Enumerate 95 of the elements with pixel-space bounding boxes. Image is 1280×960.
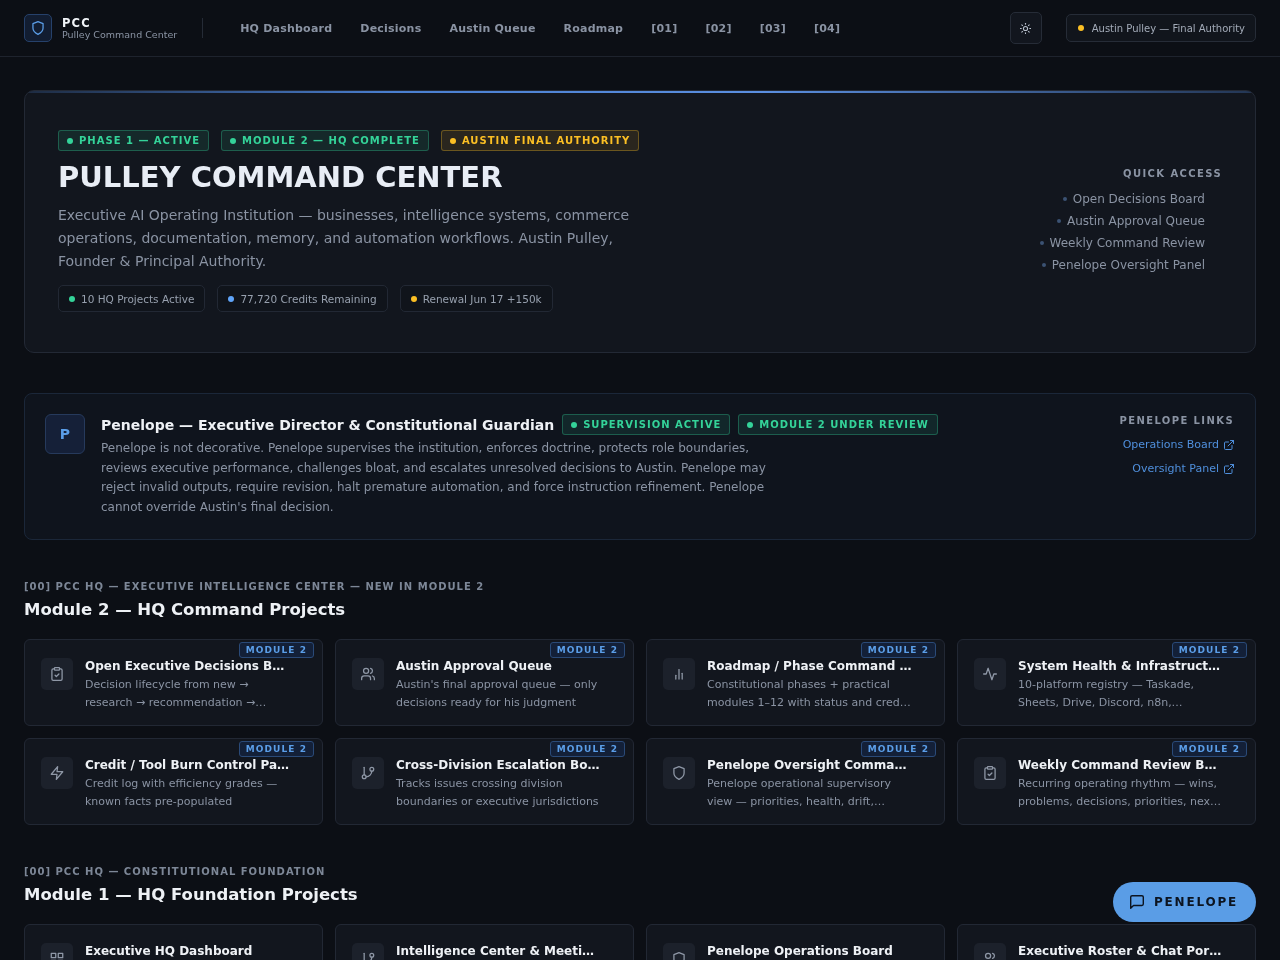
card-title: Credit / Tool Burn Control Pa… xyxy=(85,757,291,773)
project-card[interactable]: MODULE 2 Weekly Command Review B… Recurring operating rhythm — wins, problems, decisions, priorities, nex… xyxy=(957,738,1256,825)
quick-access-link[interactable]: Weekly Command Review xyxy=(1039,231,1205,254)
penelope-description: Penelope is not decorative. Penelope supervises the institution, enforces doctrine, protects role boundaries, reviews executive performance, challenges bloat, and escalates unresolved decisions to Austin. Penelope may reject invalid outputs, require revision, halt premature automation, and force instruction refinement. Penelope cannot override Austin's final decision. xyxy=(101,440,767,516)
module-tag: MODULE 2 xyxy=(549,642,625,658)
card-title: Roadmap / Phase Command … xyxy=(707,658,913,674)
bar-chart-icon xyxy=(663,658,695,690)
card-title: Penelope Operations Board xyxy=(707,943,894,959)
hero-title: PULLEY COMMAND CENTER xyxy=(58,160,504,194)
card-description: Decision lifecycle from new → research → recommendation →… xyxy=(85,677,268,711)
card-title: Executive Roster & Chat Por… xyxy=(1018,943,1223,959)
authority-label: Austin Pulley — Final Authority xyxy=(1091,22,1245,34)
project-card[interactable]: Executive HQ Dashboard xyxy=(24,924,323,960)
card-title: Intelligence Center & Meeti… xyxy=(396,943,596,959)
project-card[interactable]: Executive Roster & Chat Por… xyxy=(957,924,1256,960)
project-card[interactable]: MODULE 2 Penelope Oversight Comma… Penelope operational supervisory view — priorities, health, drift,… xyxy=(646,738,945,825)
card-description: Austin's final approval queue — only decisions ready for his judgment xyxy=(396,677,599,711)
nav-link[interactable]: HQ Dashboard xyxy=(226,15,347,41)
badge-label: MODULE 2 — HQ COMPLETE xyxy=(242,135,420,146)
section-eyebrow: [00] PCC HQ — EXECUTIVE INTELLIGENCE CENTER — NEW IN MODULE 2 xyxy=(24,580,485,594)
module-tag: MODULE 2 xyxy=(1171,642,1247,658)
quick-access-link[interactable]: Penelope Oversight Panel xyxy=(1041,253,1205,276)
badge-label: MODULE 2 UNDER REVIEW xyxy=(759,419,929,430)
theme-toggle-button[interactable] xyxy=(1009,12,1042,44)
badge-label: PHASE 1 — ACTIVE xyxy=(79,135,201,146)
nav-link[interactable]: Decisions xyxy=(346,15,436,41)
quick-access-link[interactable]: Austin Approval Queue xyxy=(1057,209,1205,232)
hero-description: Executive AI Operating Institution — businesses, intelligence systems, commerce operations, documentation, memory, and automation workflows. Austin Pulley, Founder & Principal Authority. xyxy=(58,206,631,271)
shield-icon xyxy=(24,14,52,42)
project-card[interactable]: Intelligence Center & Meeti… xyxy=(335,924,634,960)
card-title: Executive HQ Dashboard xyxy=(85,943,254,959)
module-tag: MODULE 2 xyxy=(1171,741,1247,757)
module-tag: MODULE 2 xyxy=(238,642,314,658)
badge-label: SUPERVISION ACTIVE xyxy=(583,419,722,430)
module-tag: MODULE 2 xyxy=(860,741,936,757)
penelope-links-heading: PENELOPE LINKS xyxy=(1119,414,1234,428)
section-title: Module 2 — HQ Command Projects xyxy=(24,599,346,621)
project-card[interactable]: MODULE 2 Cross-Division Escalation Bo… Tracks issues crossing division boundaries or executive jurisdictions xyxy=(335,738,634,825)
penelope-title: Penelope — Executive Director & Constitutional Guardian xyxy=(101,416,555,433)
clipboard-check-icon xyxy=(41,658,73,690)
project-card[interactable]: MODULE 2 Credit / Tool Burn Control Pa… Credit log with efficiency grades — known facts pre-populated xyxy=(24,738,323,825)
card-title: Weekly Command Review B… xyxy=(1018,757,1218,773)
project-card[interactable]: Penelope Operations Board xyxy=(646,924,945,960)
logo-title: PCC xyxy=(62,16,92,29)
nav-link[interactable]: [03] xyxy=(745,15,800,41)
penelope-chat-button[interactable]: PENELOPE xyxy=(1112,882,1256,922)
card-description: 10-platform registry — Taskade, Sheets, Drive, Discord, n8n,… xyxy=(1018,677,1195,711)
card-description: Tracks issues crossing division boundaries or executive jurisdictions xyxy=(396,776,600,810)
project-card[interactable]: MODULE 2 System Health & Infrastruct… 10-platform registry — Taskade, Sheets, Drive, Discord, n8n,… xyxy=(957,639,1256,726)
project-card[interactable]: MODULE 2 Austin Approval Queue Austin's final approval queue — only decisions ready for his judgment xyxy=(335,639,634,726)
shield-icon xyxy=(663,757,695,789)
external-link-icon xyxy=(1224,440,1234,450)
module-tag: MODULE 2 xyxy=(238,741,314,757)
avatar: P xyxy=(45,414,85,454)
stat-label: 77,720 Credits Remaining xyxy=(240,292,377,305)
module-tag: MODULE 2 xyxy=(549,741,625,757)
status-dot-icon xyxy=(1077,25,1084,31)
quick-access-heading: QUICK ACCESS xyxy=(1123,166,1222,181)
branch-icon xyxy=(352,757,384,789)
bullet-icon xyxy=(1039,240,1044,245)
module-tag: MODULE 2 xyxy=(860,642,936,658)
quick-access-link[interactable]: Open Decisions Board xyxy=(1062,187,1205,210)
lightning-icon xyxy=(41,757,73,789)
external-link-icon xyxy=(1224,464,1234,474)
section-title: Module 1 — HQ Foundation Projects xyxy=(24,884,358,906)
bullet-icon xyxy=(1062,196,1067,201)
badge-label: AUSTIN FINAL AUTHORITY xyxy=(461,135,631,146)
stat-label: Renewal Jun 17 +150k xyxy=(422,292,542,305)
nav-link[interactable]: [02] xyxy=(691,15,746,41)
card-description: Constitutional phases + practical modules 1–12 with status and cred… xyxy=(707,677,912,711)
stat-label: 10 HQ Projects Active xyxy=(81,292,195,305)
card-title: Penelope Oversight Comma… xyxy=(707,757,908,773)
users-icon xyxy=(352,658,384,690)
clipboard-check-icon xyxy=(974,757,1006,789)
card-description: Credit log with efficiency grades — known facts pre-populated xyxy=(85,776,279,810)
bullet-icon xyxy=(1041,262,1046,267)
logo-subtitle: Pulley Command Center xyxy=(62,28,178,40)
external-link[interactable]: Operations Board xyxy=(1122,438,1234,452)
nav-link[interactable]: Austin Queue xyxy=(435,15,550,41)
card-title: Open Executive Decisions B… xyxy=(85,658,286,674)
nav-link[interactable]: [04] xyxy=(799,15,855,41)
card-description: Recurring operating rhythm — wins, problems, decisions, priorities, nex… xyxy=(1018,776,1223,810)
chat-icon xyxy=(1129,895,1144,909)
card-description: Penelope operational supervisory view — priorities, health, drift,… xyxy=(707,776,892,810)
sun-icon xyxy=(1020,22,1032,34)
nav-link[interactable]: [01] xyxy=(637,15,692,41)
card-title: Cross-Division Escalation Bo… xyxy=(396,757,601,773)
card-title: System Health & Infrastruct… xyxy=(1018,658,1222,674)
project-card[interactable]: MODULE 2 Open Executive Decisions B… Decision lifecycle from new → research → recommendation →… xyxy=(24,639,323,726)
nav-link[interactable]: Roadmap xyxy=(549,15,638,41)
card-title: Austin Approval Queue xyxy=(396,658,553,674)
external-link[interactable]: Oversight Panel xyxy=(1132,462,1234,476)
project-card[interactable]: MODULE 2 Roadmap / Phase Command … Constitutional phases + practical modules 1–12 with status and cred… xyxy=(646,639,945,726)
bullet-icon xyxy=(1057,218,1061,223)
section-eyebrow: [00] PCC HQ — CONSTITUTIONAL FOUNDATION xyxy=(24,865,326,879)
